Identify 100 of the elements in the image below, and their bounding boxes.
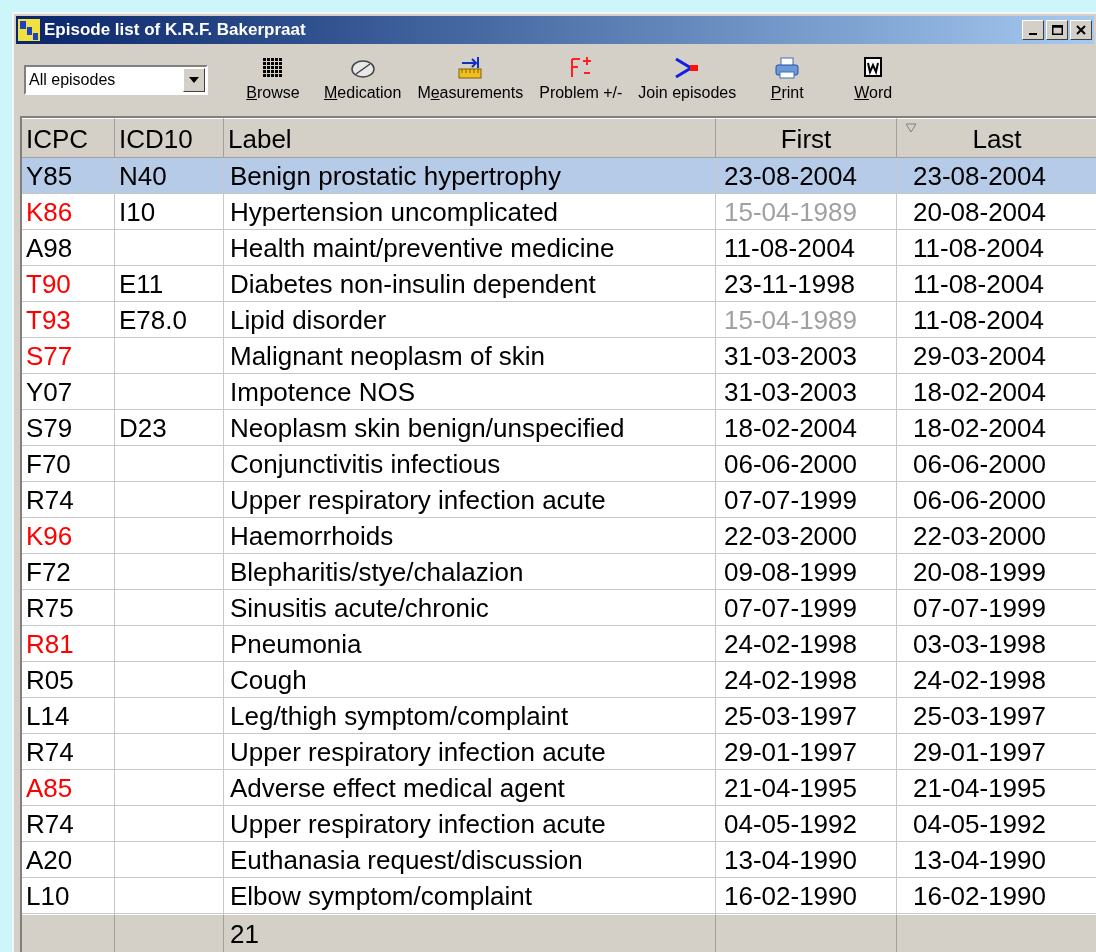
sort-indicator-icon bbox=[905, 123, 917, 133]
table-cell: 22-03-2000 bbox=[913, 521, 1046, 551]
table-cell: 31-03-2003 bbox=[724, 341, 857, 371]
table-row[interactable]: R05 Cough 24-02-1998 24-02-1998 bbox=[22, 662, 1096, 698]
column-header[interactable]: Label bbox=[224, 118, 716, 158]
episode-count: 21 bbox=[230, 919, 259, 949]
table-row[interactable]: Y07 Impotence NOS 31-03-2003 18-02-2004 bbox=[22, 374, 1096, 410]
table-cell: F70 bbox=[26, 449, 71, 479]
table-cell: Haemorrhoids bbox=[230, 521, 394, 551]
table-row[interactable]: K96 Haemorrhoids 22-03-2000 22-03-2000 bbox=[22, 518, 1096, 554]
table-cell: Cough bbox=[230, 665, 307, 695]
table-cell: S79 bbox=[26, 413, 73, 443]
table-cell: 11-08-2004 bbox=[913, 269, 1045, 299]
table-row[interactable]: S77 Malignant neoplasm of skin 31-03-2003 29-03-2004 bbox=[22, 338, 1096, 374]
table-cell: 21-04-1995 bbox=[724, 773, 857, 803]
table-cell: Adverse effect medical agent bbox=[230, 773, 565, 803]
table-row[interactable]: A85 Adverse effect medical agent 21-04-1995 21-04-1995 bbox=[22, 770, 1096, 806]
table-cell: 31-03-2003 bbox=[724, 377, 857, 407]
table-cell: 20-08-2004 bbox=[913, 197, 1046, 227]
table-cell: 07-07-1999 bbox=[724, 593, 857, 623]
table-cell: Diabetes non-insulin dependent bbox=[230, 269, 596, 299]
table-row[interactable]: S79 D23 Neoplasm skin benign/unspecified 18-02-2004 18-02-2004 bbox=[22, 410, 1096, 446]
minimize-icon bbox=[1029, 33, 1037, 35]
table-row[interactable]: Y85 N40 Benign prostatic hypertrophy 23-08-2004 23-08-2004 bbox=[22, 158, 1096, 194]
table-cell: 18-02-2004 bbox=[913, 413, 1046, 443]
maximize-button[interactable] bbox=[1046, 20, 1068, 40]
toolbar-button[interactable]: Measurements bbox=[413, 55, 528, 105]
table-cell: 23-11-1998 bbox=[724, 269, 856, 299]
table-cell: 29-01-1997 bbox=[913, 737, 1046, 767]
table-cell: A98 bbox=[26, 233, 73, 263]
table-cell: Upper respiratory infection acute bbox=[230, 485, 606, 515]
close-icon bbox=[1076, 25, 1086, 35]
table-cell: T93 bbox=[26, 305, 71, 335]
table-row[interactable]: R74 Upper respiratory infection acute 07-07-1999 06-06-2000 bbox=[22, 482, 1096, 518]
table-row[interactable]: A20 Euthanasia request/discussion 13-04-1990 13-04-1990 bbox=[22, 842, 1096, 878]
table-cell: R75 bbox=[26, 593, 74, 623]
dropdown-arrow-button[interactable] bbox=[183, 68, 205, 92]
table-cell: Health maint/preventive medicine bbox=[230, 233, 615, 263]
caret-icon bbox=[189, 77, 199, 83]
table-cell: 04-05-1992 bbox=[724, 809, 857, 839]
toolbar-button[interactable]: Print bbox=[748, 55, 827, 105]
table-cell: Blepharitis/stye/chalazion bbox=[230, 557, 524, 587]
table-cell: 07-07-1999 bbox=[913, 593, 1046, 623]
printer-icon bbox=[773, 55, 802, 81]
table-cell: Pneumonia bbox=[230, 629, 362, 659]
toolbar-button[interactable]: Join episodes bbox=[634, 55, 741, 105]
table-cell: R74 bbox=[26, 737, 74, 767]
episode-filter-dropdown[interactable]: All episodes bbox=[24, 65, 208, 95]
toolbar-button[interactable]: Medication bbox=[320, 55, 406, 105]
table-cell: Leg/thigh symptom/complaint bbox=[230, 701, 569, 731]
table-cell: L14 bbox=[26, 701, 70, 731]
table-cell: 22-03-2000 bbox=[724, 521, 857, 551]
table-row[interactable]: K86 I10 Hypertension uncomplicated 15-04-1989 20-08-2004 bbox=[22, 194, 1096, 230]
table-row[interactable]: F70 Conjunctivitis infectious 06-06-2000 06-06-2000 bbox=[22, 446, 1096, 482]
table-cell: 06-06-2000 bbox=[913, 485, 1046, 515]
table-cell: 24-02-1998 bbox=[913, 665, 1046, 695]
table-cell: 18-02-2004 bbox=[913, 377, 1046, 407]
window-title: Episode list of K.R.F. Bakerpraat bbox=[44, 19, 306, 42]
table-row[interactable]: T90 E11 Diabetes non-insulin dependent 23-11-1998 11-08-2004 bbox=[22, 266, 1096, 302]
table-cell: 06-06-2000 bbox=[913, 449, 1046, 479]
table-cell: 11-08-2004 bbox=[913, 233, 1045, 263]
table-cell: 07-07-1999 bbox=[724, 485, 857, 515]
table-cell: Upper respiratory infection acute bbox=[230, 809, 606, 839]
toolbar-button[interactable]: Browse bbox=[234, 55, 312, 105]
toolbar-button[interactable]: Word bbox=[834, 55, 913, 105]
table-cell: 09-08-1999 bbox=[724, 557, 857, 587]
table-cell: E78.0 bbox=[119, 305, 187, 335]
table-cell: Lipid disorder bbox=[230, 305, 387, 335]
table-cell: 29-01-1997 bbox=[724, 737, 857, 767]
table-cell: 13-04-1990 bbox=[724, 845, 857, 875]
table-cell: D23 bbox=[119, 413, 167, 443]
table-row[interactable]: R81 Pneumonia 24-02-1998 03-03-1998 bbox=[22, 626, 1096, 662]
table-cell: Benign prostatic hypertrophy bbox=[230, 161, 561, 191]
table-cell: Conjunctivitis infectious bbox=[230, 449, 501, 479]
table-row[interactable]: F72 Blepharitis/stye/chalazion 09-08-1999 20-08-1999 bbox=[22, 554, 1096, 590]
table-cell: 04-05-1992 bbox=[913, 809, 1046, 839]
table-cell: 23-08-2004 bbox=[913, 161, 1046, 191]
table-row[interactable]: L10 Elbow symptom/complaint 16-02-1990 16-02-1990 bbox=[22, 878, 1096, 914]
column-header[interactable]: First bbox=[716, 118, 897, 158]
ruler-icon bbox=[456, 55, 485, 81]
toolbar-button[interactable]: Problem +/- bbox=[535, 55, 627, 105]
maximize-icon bbox=[1051, 25, 1063, 35]
table-row[interactable]: A98 Health maint/preventive medicine 11-08-2004 11-08-2004 bbox=[22, 230, 1096, 266]
table-cell: 18-02-2004 bbox=[724, 413, 857, 443]
table-cell: Impotence NOS bbox=[230, 377, 415, 407]
table-row[interactable]: R74 Upper respiratory infection acute 04-05-1992 04-05-1992 bbox=[22, 806, 1096, 842]
table-row[interactable]: R75 Sinusitis acute/chronic 07-07-1999 07-07-1999 bbox=[22, 590, 1096, 626]
table-row[interactable]: R74 Upper respiratory infection acute 29-01-1997 29-01-1997 bbox=[22, 734, 1096, 770]
table-cell: 13-04-1990 bbox=[913, 845, 1046, 875]
table-cell: R05 bbox=[26, 665, 74, 695]
app-icon bbox=[18, 19, 40, 41]
table-row[interactable]: T93 E78.0 Lipid disorder 15-04-1989 11-08-2004 bbox=[22, 302, 1096, 338]
table-cell: Sinusitis acute/chronic bbox=[230, 593, 489, 623]
close-button[interactable] bbox=[1070, 20, 1092, 40]
table-cell: F72 bbox=[26, 557, 71, 587]
table-cell: 24-02-1998 bbox=[724, 665, 857, 695]
minimize-button[interactable] bbox=[1022, 20, 1044, 40]
table-row[interactable]: L14 Leg/thigh symptom/complaint 25-03-1997 25-03-1997 bbox=[22, 698, 1096, 734]
table-cell: Euthanasia request/discussion bbox=[230, 845, 583, 875]
table-cell: 20-08-1999 bbox=[913, 557, 1046, 587]
